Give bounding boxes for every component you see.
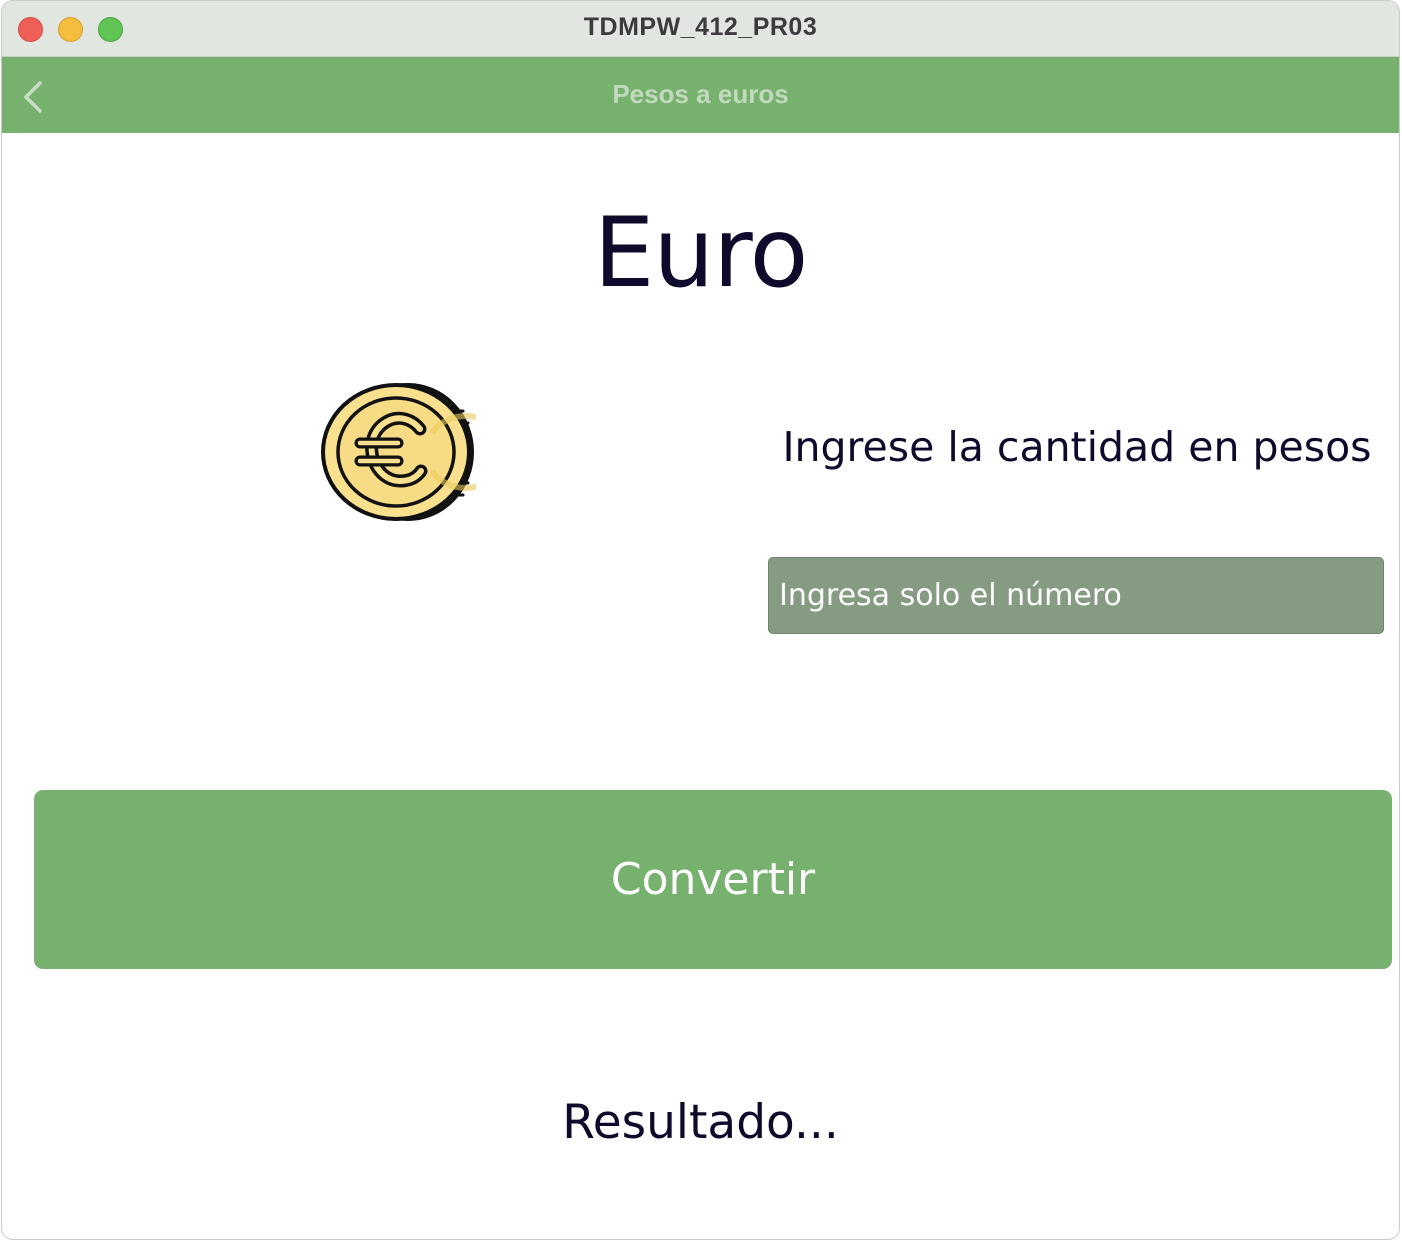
window-title: TDMPW_412_PR03 (583, 13, 818, 41)
page-heading: Euro (593, 197, 809, 309)
result-text: Resultado... (562, 1095, 839, 1150)
euro-coin-icon (321, 383, 476, 521)
nav-title: Pesos a euros (612, 79, 789, 109)
title-bar: TDMPW_412_PR03 (2, 1, 1399, 57)
app-window: TDMPW_412_PR03 Pesos a euros Euro Ingres… (1, 0, 1400, 1240)
convert-button[interactable]: Convertir (34, 790, 1392, 969)
pesos-amount-input[interactable] (768, 557, 1384, 634)
navigation-bar: Pesos a euros (2, 57, 1399, 133)
amount-prompt: Ingrese la cantidad en pesos (782, 423, 1372, 471)
